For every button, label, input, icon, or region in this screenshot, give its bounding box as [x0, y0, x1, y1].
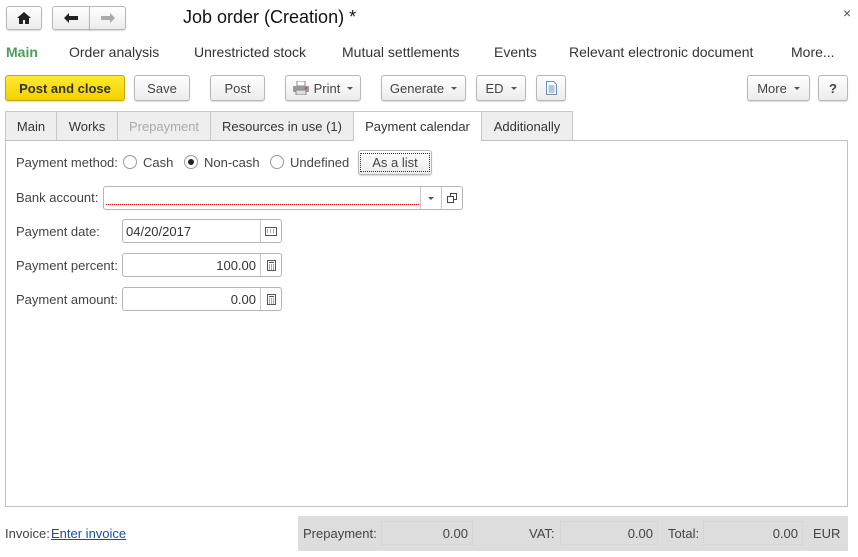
tab-additionally[interactable]: Additionally [481, 111, 573, 140]
invoice-label: Invoice: [5, 526, 50, 541]
document-icon [545, 81, 557, 95]
payment-date-label: Payment date: [16, 224, 100, 239]
vat-field: 0.00 [560, 521, 658, 545]
nav-order-analysis[interactable]: Order analysis [69, 44, 159, 60]
arrow-left-icon [64, 13, 78, 23]
vat-label: VAT: [529, 526, 555, 541]
payment-method-label: Payment method: [16, 155, 118, 170]
tab-label: Prepayment [128, 118, 200, 134]
tab-resources-in-use[interactable]: Resources in use (1) [210, 111, 354, 140]
back-button[interactable] [52, 6, 90, 30]
radio-non-cash-label[interactable]: Non-cash [204, 155, 260, 170]
window-title: Job order (Creation) * [183, 7, 357, 27]
prepayment-label: Prepayment: [303, 526, 377, 541]
tab-prepayment[interactable]: Prepayment [117, 111, 211, 140]
nav-mutual-settlements[interactable]: Mutual settlements [342, 44, 460, 60]
bank-account-label: Bank account: [16, 190, 99, 205]
post-label: Post [224, 80, 251, 96]
calendar-button[interactable] [260, 220, 281, 242]
bank-account-open-button[interactable] [441, 187, 462, 209]
open-icon [447, 193, 457, 203]
radio-selected-dot [188, 159, 194, 165]
generate-label: Generate [389, 80, 445, 96]
more-label: More [757, 80, 787, 96]
radio-undefined-label[interactable]: Undefined [290, 155, 349, 170]
generate-button[interactable]: Generate [381, 75, 466, 101]
tab-label: Resources in use (1) [222, 118, 342, 134]
post-button[interactable]: Post [210, 75, 265, 101]
tab-label: Works [68, 118, 106, 134]
printer-icon [292, 81, 309, 95]
calendar-icon [265, 226, 277, 236]
payment-date-value: 04/20/2017 [126, 223, 192, 239]
nav-more[interactable]: More... [791, 44, 835, 60]
post-and-close-label: Post and close [19, 80, 111, 96]
tab-label: Main [16, 118, 46, 134]
payment-amount-input[interactable]: 0.00 [122, 287, 282, 311]
tab-works[interactable]: Works [56, 111, 118, 140]
payment-date-input[interactable]: 04/20/2017 [122, 219, 282, 243]
print-button[interactable]: Print [285, 75, 361, 101]
calculator-button[interactable] [260, 254, 281, 276]
home-button[interactable] [6, 6, 42, 30]
ed-button[interactable]: ED [476, 75, 526, 101]
calculator-button[interactable] [260, 288, 281, 310]
bank-account-dropdown-button[interactable] [420, 187, 441, 209]
nav-unrestricted-stock[interactable]: Unrestricted stock [194, 44, 306, 60]
totals-panel: Prepayment: 0.00 VAT: 0.00 Total: 0.00 E… [298, 516, 848, 551]
save-label: Save [147, 80, 177, 96]
as-a-list-label: As a list [360, 153, 430, 172]
calculator-icon [266, 259, 276, 271]
payment-percent-value: 100.00 [216, 257, 256, 273]
enter-invoice-link[interactable]: Enter invoice [51, 526, 126, 541]
close-button[interactable]: × [843, 5, 851, 21]
post-and-close-button[interactable]: Post and close [5, 75, 125, 101]
chevron-down-icon [793, 86, 800, 90]
nav-main[interactable]: Main [6, 44, 38, 60]
tab-label: Additionally [493, 118, 561, 134]
payment-percent-label: Payment percent: [16, 258, 118, 273]
radio-non-cash[interactable] [184, 155, 198, 169]
tab-label: Payment calendar [365, 119, 470, 134]
forward-button[interactable] [89, 6, 126, 30]
total-field: 0.00 [703, 521, 803, 545]
chevron-down-icon [428, 196, 434, 200]
document-button[interactable] [536, 75, 566, 101]
as-a-list-button[interactable]: As a list [358, 150, 432, 175]
chevron-down-icon [510, 86, 517, 90]
home-icon [17, 12, 31, 24]
required-underline [106, 204, 419, 205]
tab-payment-calendar[interactable]: Payment calendar [353, 111, 482, 141]
chevron-down-icon [347, 86, 354, 90]
ed-label: ED [485, 80, 504, 96]
chevron-down-icon [451, 86, 458, 90]
radio-cash-label[interactable]: Cash [143, 155, 173, 170]
tab-main[interactable]: Main [5, 111, 57, 140]
payment-amount-value: 0.00 [230, 291, 256, 307]
save-button[interactable]: Save [134, 75, 190, 101]
help-button[interactable]: ? [818, 75, 848, 101]
calculator-icon [266, 293, 276, 305]
more-button[interactable]: More [747, 75, 810, 101]
prepayment-field: 0.00 [381, 521, 473, 545]
radio-cash[interactable] [123, 155, 137, 169]
payment-amount-label: Payment amount: [16, 292, 118, 307]
nav-relevant-electronic-document[interactable]: Relevant electronic document [569, 44, 753, 60]
total-label: Total: [668, 526, 700, 541]
nav-events[interactable]: Events [494, 44, 537, 60]
help-label: ? [829, 80, 837, 96]
payment-percent-input[interactable]: 100.00 [122, 253, 282, 277]
arrow-right-icon [100, 13, 115, 23]
currency-label: EUR [813, 526, 841, 541]
print-label: Print [313, 80, 341, 96]
bank-account-input[interactable] [103, 186, 463, 210]
radio-undefined[interactable] [270, 155, 284, 169]
